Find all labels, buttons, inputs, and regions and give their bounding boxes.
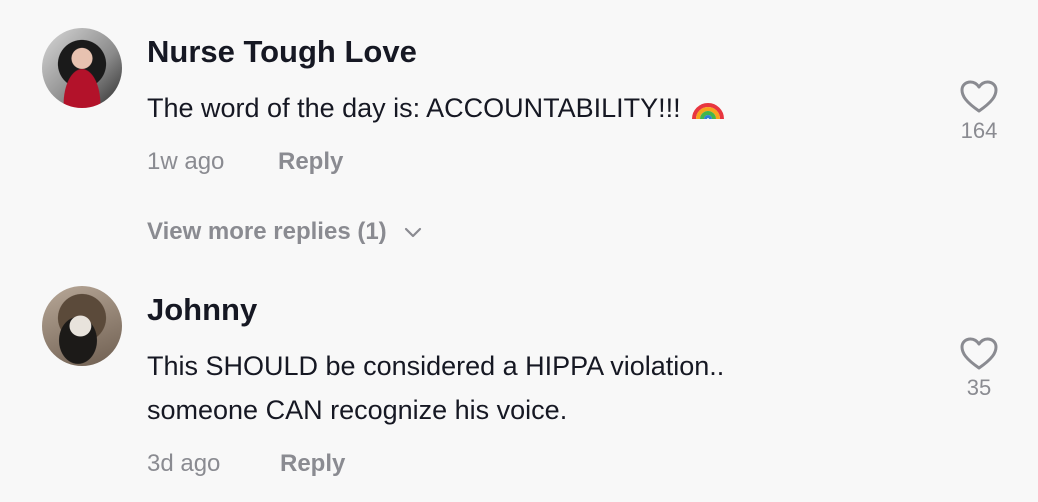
reply-button[interactable]: Reply: [278, 148, 343, 176]
avatar[interactable]: [42, 286, 122, 366]
avatar[interactable]: [42, 28, 122, 108]
comment-text: The word of the day is: ACCOUNTABILITY!!…: [147, 86, 725, 134]
like-button[interactable]: 164: [955, 80, 1003, 144]
heart-icon: [960, 337, 998, 370]
heart-icon: [960, 80, 998, 113]
like-button[interactable]: 35: [955, 337, 1003, 401]
comment-text-line: someone CAN recognize his voice.: [147, 395, 568, 425]
view-more-replies-label: View more replies (1): [147, 218, 387, 245]
comment-time: 3d ago: [147, 450, 221, 477]
comment-text-line: This SHOULD be considered a HIPPA violat…: [147, 351, 725, 381]
reply-button[interactable]: Reply: [280, 450, 345, 478]
comment-item: Johnny This SHOULD be considered a HIPPA…: [0, 260, 1038, 502]
like-count: 35: [966, 375, 992, 400]
comment-author[interactable]: Johnny: [147, 292, 257, 328]
comment-text-line: The word of the day is: ACCOUNTABILITY!!…: [147, 93, 681, 123]
comment-time: 1w ago: [147, 148, 225, 175]
view-more-replies-button[interactable]: View more replies (1): [147, 218, 423, 246]
rainbow-emoji-icon: [691, 90, 725, 134]
like-count: 164: [960, 118, 998, 143]
chevron-down-icon: [405, 227, 422, 237]
comment-author[interactable]: Nurse Tough Love: [147, 34, 417, 70]
